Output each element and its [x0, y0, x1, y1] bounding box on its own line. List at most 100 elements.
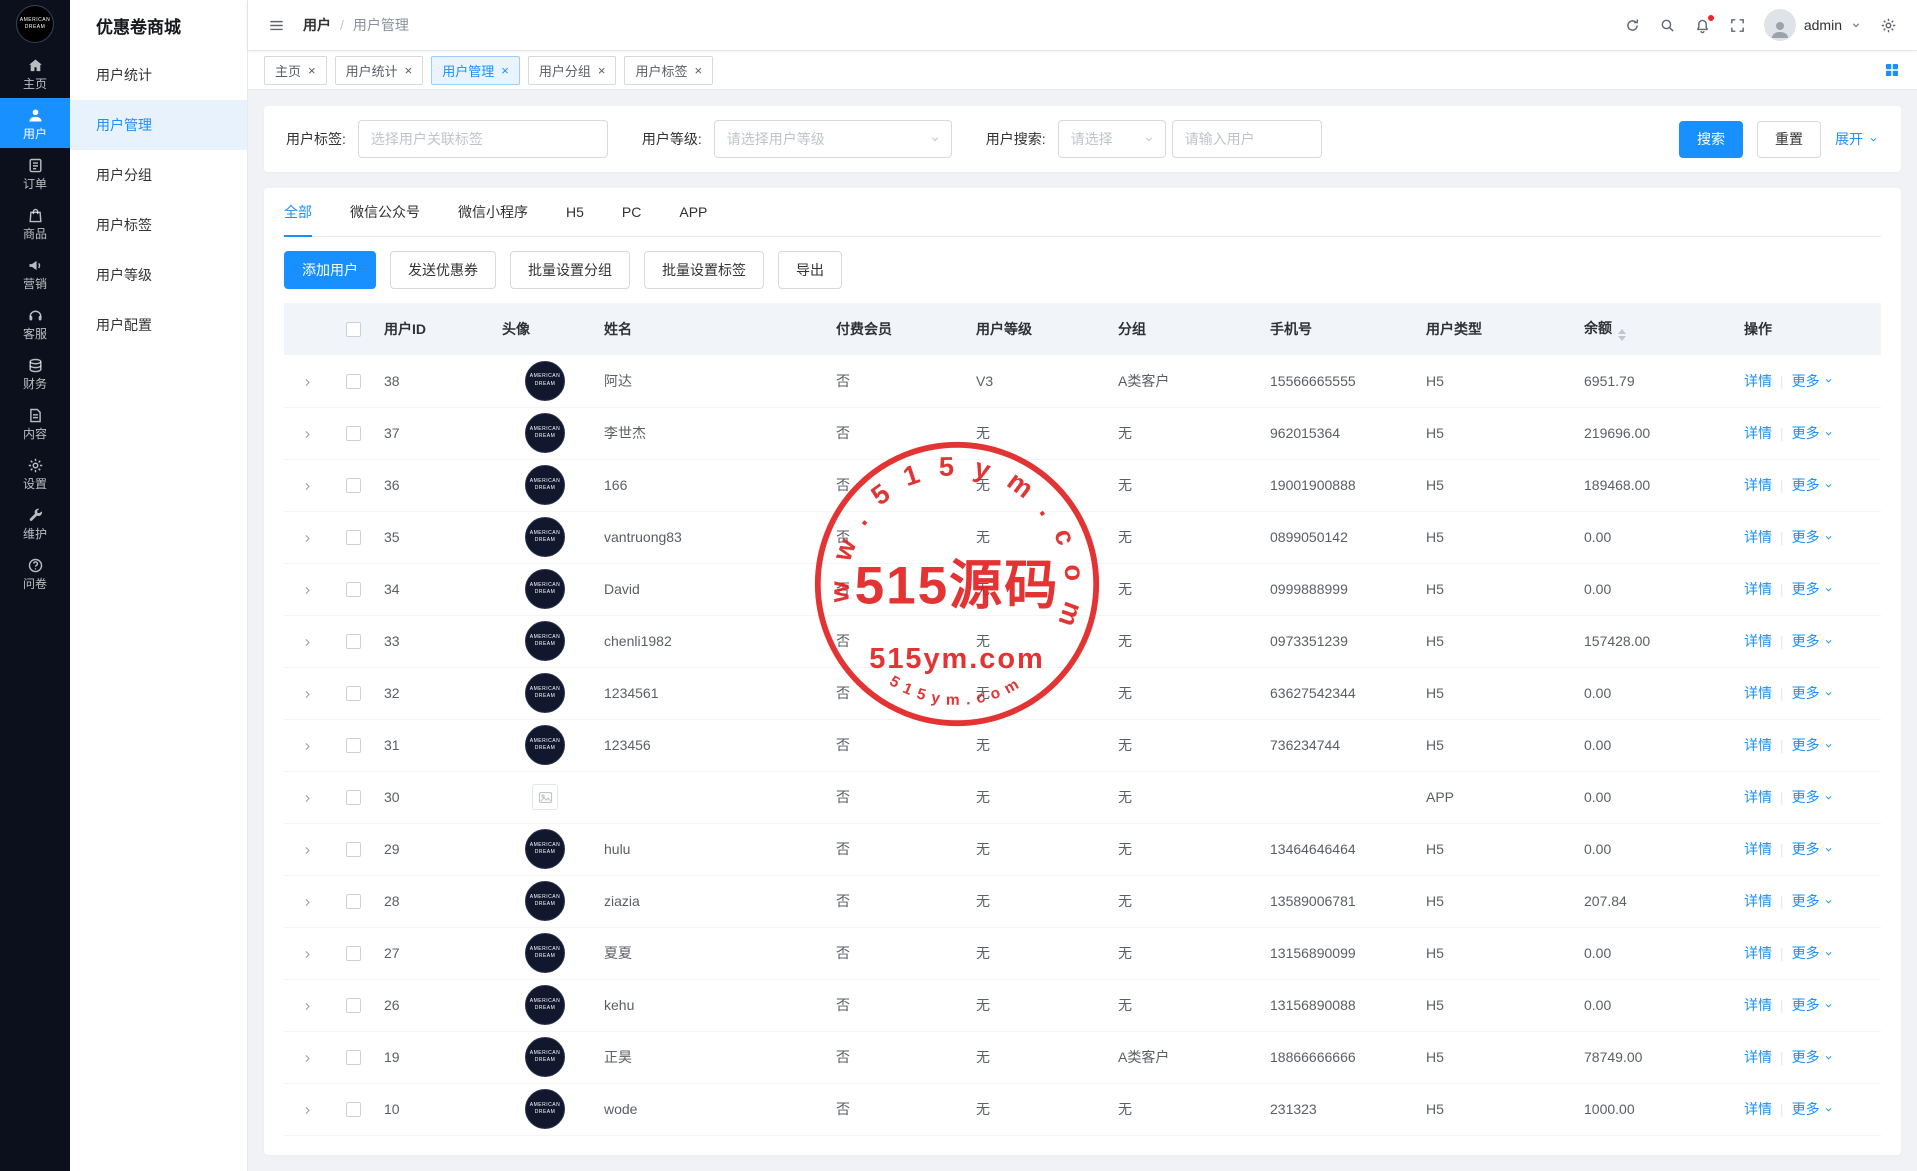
detail-link[interactable]: 详情	[1744, 631, 1772, 651]
detail-link[interactable]: 详情	[1744, 475, 1772, 495]
row-checkbox[interactable]	[346, 842, 361, 857]
row-checkbox[interactable]	[346, 946, 361, 961]
more-link[interactable]: 更多	[1792, 423, 1834, 443]
submenu-item-user-level[interactable]: 用户等级	[70, 250, 247, 300]
search-button[interactable]: 搜索	[1679, 121, 1743, 158]
rail-item-finance[interactable]: 财务	[0, 348, 70, 398]
expand-row-icon[interactable]	[301, 428, 314, 441]
select-all-checkbox[interactable]	[346, 322, 361, 337]
page-tab-home[interactable]: 主页×	[264, 56, 327, 85]
rail-item-user[interactable]: 用户	[0, 98, 70, 148]
close-icon[interactable]: ×	[501, 64, 509, 77]
user-level-select[interactable]: 请选择用户等级	[714, 120, 952, 158]
detail-link[interactable]: 详情	[1744, 787, 1772, 807]
detail-link[interactable]: 详情	[1744, 891, 1772, 911]
row-checkbox[interactable]	[346, 738, 361, 753]
row-checkbox[interactable]	[346, 478, 361, 493]
close-icon[interactable]: ×	[598, 64, 606, 77]
row-checkbox[interactable]	[346, 1050, 361, 1065]
more-link[interactable]: 更多	[1792, 579, 1834, 599]
expand-row-icon[interactable]	[301, 636, 314, 649]
tab-wechat-official[interactable]: 微信公众号	[350, 188, 420, 236]
send-coupon-button[interactable]: 发送优惠券	[390, 251, 496, 289]
tab-h5[interactable]: H5	[566, 188, 584, 236]
export-button[interactable]: 导出	[778, 251, 842, 289]
expand-row-icon[interactable]	[301, 1052, 314, 1065]
more-link[interactable]: 更多	[1792, 1047, 1834, 1067]
more-link[interactable]: 更多	[1792, 735, 1834, 755]
expand-row-icon[interactable]	[301, 1104, 314, 1117]
detail-link[interactable]: 详情	[1744, 423, 1772, 443]
row-checkbox[interactable]	[346, 582, 361, 597]
detail-link[interactable]: 详情	[1744, 579, 1772, 599]
row-checkbox[interactable]	[346, 998, 361, 1013]
search-type-select[interactable]: 请选择	[1058, 120, 1166, 158]
rail-item-order[interactable]: 订单	[0, 148, 70, 198]
page-tab-user-group[interactable]: 用户分组×	[528, 56, 617, 85]
more-link[interactable]: 更多	[1792, 527, 1834, 547]
detail-link[interactable]: 详情	[1744, 527, 1772, 547]
rail-item-maintenance[interactable]: 维护	[0, 498, 70, 548]
batch-group-button[interactable]: 批量设置分组	[510, 251, 630, 289]
sort-icon[interactable]	[1618, 329, 1626, 341]
rail-item-content[interactable]: 内容	[0, 398, 70, 448]
expand-row-icon[interactable]	[301, 584, 314, 597]
row-checkbox[interactable]	[346, 790, 361, 805]
detail-link[interactable]: 详情	[1744, 735, 1772, 755]
row-checkbox[interactable]	[346, 894, 361, 909]
rail-item-service[interactable]: 客服	[0, 298, 70, 348]
expand-row-icon[interactable]	[301, 792, 314, 805]
more-link[interactable]: 更多	[1792, 839, 1834, 859]
detail-link[interactable]: 详情	[1744, 1047, 1772, 1067]
expand-row-icon[interactable]	[301, 740, 314, 753]
submenu-item-user-stats[interactable]: 用户统计	[70, 50, 247, 100]
tab-all[interactable]: 全部	[284, 188, 312, 236]
refresh-icon[interactable]	[1624, 17, 1641, 34]
submenu-item-user-group[interactable]: 用户分组	[70, 150, 247, 200]
rail-item-home[interactable]: 主页	[0, 48, 70, 98]
close-icon[interactable]: ×	[308, 64, 316, 77]
user-menu[interactable]: admin	[1764, 9, 1862, 41]
detail-link[interactable]: 详情	[1744, 839, 1772, 859]
row-checkbox[interactable]	[346, 426, 361, 441]
more-link[interactable]: 更多	[1792, 995, 1834, 1015]
expand-row-icon[interactable]	[301, 376, 314, 389]
rail-item-questionnaire[interactable]: 问卷	[0, 548, 70, 598]
tab-app[interactable]: APP	[679, 188, 707, 236]
row-checkbox[interactable]	[346, 686, 361, 701]
notifications-button[interactable]	[1694, 17, 1711, 34]
submenu-item-user-config[interactable]: 用户配置	[70, 300, 247, 350]
more-link[interactable]: 更多	[1792, 631, 1834, 651]
app-logo[interactable]: AMERICAN DREAM	[0, 0, 70, 48]
submenu-item-user-tag[interactable]: 用户标签	[70, 200, 247, 250]
user-tag-input[interactable]	[358, 120, 608, 158]
detail-link[interactable]: 详情	[1744, 683, 1772, 703]
search-icon[interactable]	[1659, 17, 1676, 34]
close-icon[interactable]: ×	[405, 64, 413, 77]
menu-icon[interactable]	[268, 17, 285, 34]
expand-row-icon[interactable]	[301, 480, 314, 493]
add-user-button[interactable]: 添加用户	[284, 251, 376, 289]
page-tab-user-tag[interactable]: 用户标签×	[624, 56, 713, 85]
rail-item-marketing[interactable]: 营销	[0, 248, 70, 298]
more-link[interactable]: 更多	[1792, 943, 1834, 963]
fullscreen-icon[interactable]	[1729, 17, 1746, 34]
gear-icon[interactable]	[1880, 17, 1897, 34]
row-checkbox[interactable]	[346, 634, 361, 649]
detail-link[interactable]: 详情	[1744, 1099, 1772, 1119]
close-icon[interactable]: ×	[694, 64, 702, 77]
more-link[interactable]: 更多	[1792, 475, 1834, 495]
grid-icon[interactable]	[1883, 61, 1901, 79]
expand-link[interactable]: 展开	[1835, 129, 1879, 149]
detail-link[interactable]: 详情	[1744, 995, 1772, 1015]
more-link[interactable]: 更多	[1792, 371, 1834, 391]
page-tab-user-manage[interactable]: 用户管理×	[431, 56, 520, 85]
expand-row-icon[interactable]	[301, 844, 314, 857]
rail-item-product[interactable]: 商品	[0, 198, 70, 248]
rail-item-settings[interactable]: 设置	[0, 448, 70, 498]
page-tab-user-stats[interactable]: 用户统计×	[335, 56, 424, 85]
more-link[interactable]: 更多	[1792, 891, 1834, 911]
row-checkbox[interactable]	[346, 530, 361, 545]
row-checkbox[interactable]	[346, 374, 361, 389]
more-link[interactable]: 更多	[1792, 683, 1834, 703]
